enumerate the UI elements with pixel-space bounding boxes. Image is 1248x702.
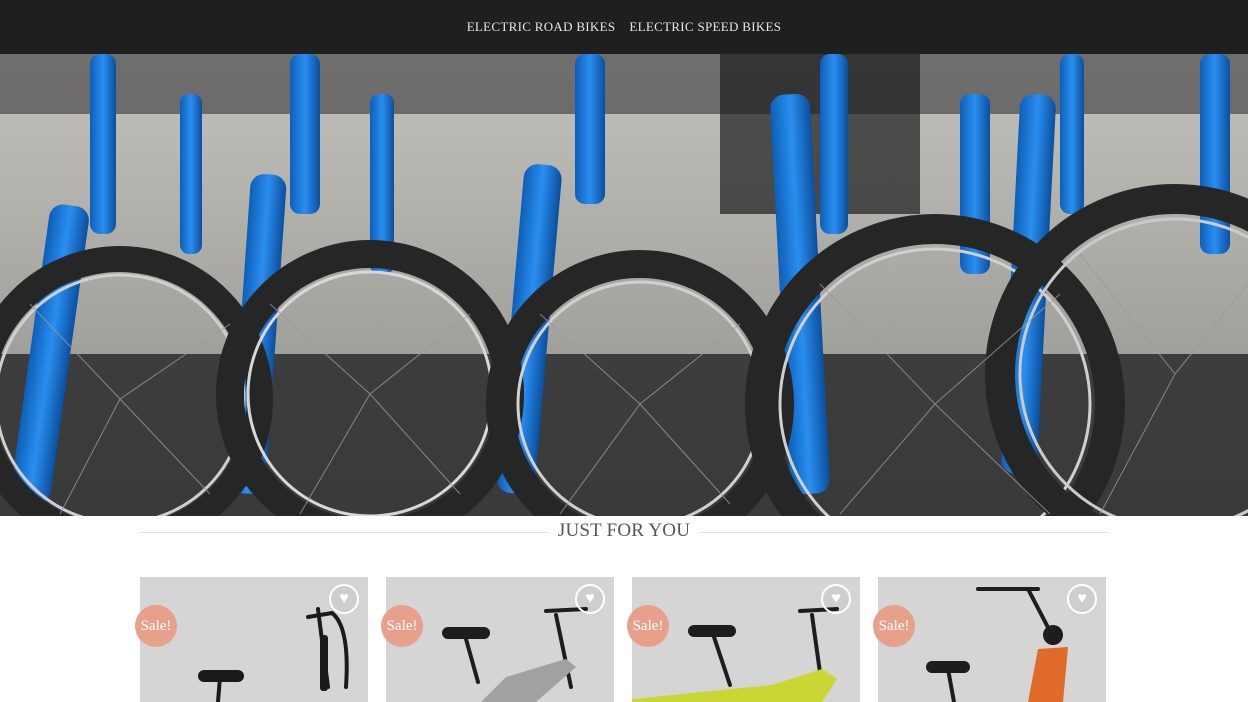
hero-banner-image [0, 54, 1248, 516]
heart-icon: ♥ [831, 590, 841, 607]
top-navigation-bar: ELECTRIC ROAD BIKES ELECTRIC SPEED BIKES [0, 0, 1248, 54]
heart-icon: ♥ [585, 590, 595, 607]
divider-right [700, 532, 1108, 533]
heart-icon: ♥ [339, 590, 349, 607]
main-nav: ELECTRIC ROAD BIKES ELECTRIC SPEED BIKES [0, 0, 1248, 54]
section-title: JUST FOR YOU [557, 520, 691, 541]
sale-badge: Sale! [627, 605, 669, 647]
bicycle-row-photo [0, 54, 1248, 516]
heart-icon: ♥ [1077, 590, 1087, 607]
sale-badge: Sale! [381, 605, 423, 647]
sale-badge: Sale! [873, 605, 915, 647]
wishlist-button[interactable]: ♥ [821, 584, 851, 614]
wishlist-button[interactable]: ♥ [575, 584, 605, 614]
sale-badge: Sale! [135, 605, 177, 647]
section-heading: JUST FOR YOU [140, 518, 1108, 546]
wishlist-button[interactable]: ♥ [1067, 584, 1097, 614]
nav-link-electric-speed-bikes[interactable]: ELECTRIC SPEED BIKES [629, 19, 781, 35]
wishlist-button[interactable]: ♥ [329, 584, 359, 614]
nav-link-electric-road-bikes[interactable]: ELECTRIC ROAD BIKES [467, 19, 616, 35]
